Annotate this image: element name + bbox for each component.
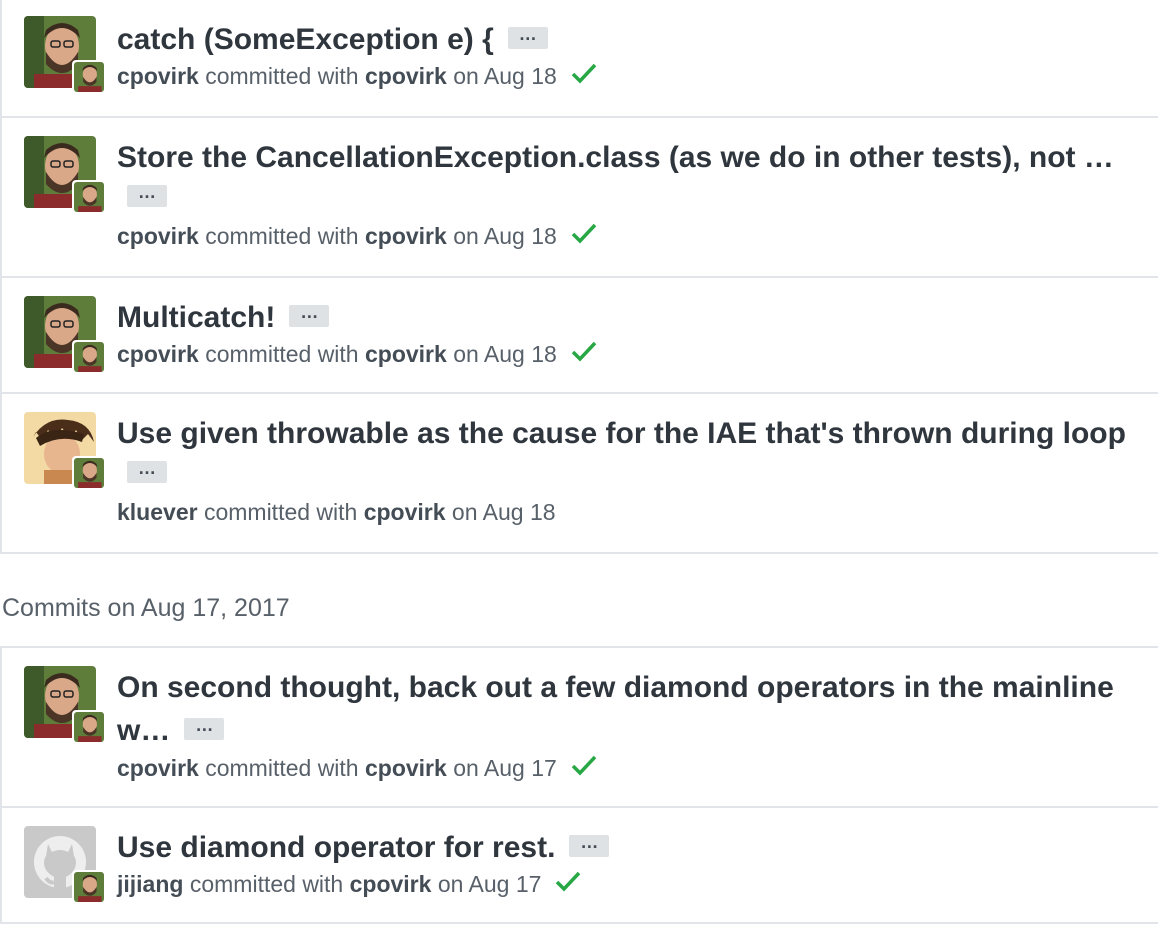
commit-row: Store the CancellationException.class (a…	[2, 116, 1158, 276]
commit-group: On second thought, back out a few diamon…	[0, 646, 1158, 924]
committer-avatar[interactable]	[72, 870, 106, 904]
committer-link[interactable]: cpovirk	[365, 63, 447, 89]
commit-title: Store the CancellationException.class (a…	[117, 138, 1158, 178]
committed-with-text: committed with	[198, 223, 365, 249]
commit-row: Multicatch! … cpovirk committed with cpov…	[2, 276, 1158, 392]
committer-link[interactable]: cpovirk	[365, 755, 447, 781]
commit-meta: cpovirk committed with cpovirk on Aug 18	[117, 60, 1158, 94]
commit-title: Multicatch! …	[117, 298, 1158, 338]
commit-date[interactable]: Aug 17	[469, 871, 542, 897]
check-icon[interactable]	[571, 338, 597, 370]
commit-avatar-stack	[24, 16, 106, 96]
check-icon[interactable]	[571, 752, 597, 784]
commit-title: Use given throwable as the cause for the…	[117, 414, 1158, 454]
expand-message-button[interactable]: …	[289, 303, 330, 328]
author-link[interactable]: kluever	[117, 499, 198, 525]
committer-avatar[interactable]	[72, 60, 106, 94]
commit-meta: jijiang committed with cpovirk on Aug 17	[117, 868, 1158, 902]
committed-with-text: committed with	[198, 755, 365, 781]
commit-date[interactable]: Aug 18	[484, 341, 557, 367]
check-icon[interactable]	[571, 60, 597, 92]
committer-avatar[interactable]	[72, 710, 106, 744]
day-heading: Commits on Aug 17, 2017	[2, 594, 290, 622]
commit-title-link[interactable]: On second thought, back out a few diamon…	[117, 671, 1114, 704]
commit-date[interactable]: Aug 18	[483, 499, 556, 525]
commit-meta: kluever committed with cpovirk on Aug 18	[117, 496, 1158, 528]
author-link[interactable]: cpovirk	[117, 755, 199, 781]
expand-message-button[interactable]: …	[127, 459, 167, 483]
committer-avatar[interactable]	[72, 180, 106, 214]
commit-meta: cpovirk committed with cpovirk on Aug 18	[117, 220, 1158, 254]
commit-row: Use given throwable as the cause for the…	[2, 392, 1158, 552]
commit-meta: cpovirk committed with cpovirk on Aug 18	[117, 338, 1158, 372]
on-text: on	[445, 499, 483, 525]
on-text: on	[431, 871, 469, 897]
committer-link[interactable]: cpovirk	[365, 223, 447, 249]
on-text: on	[446, 755, 484, 781]
commit-title-link[interactable]: Store the CancellationException.class (a…	[117, 141, 1114, 174]
committer-link[interactable]: cpovirk	[365, 341, 447, 367]
commit-row: Use diamond operator for rest. … jijiang …	[2, 806, 1158, 922]
commit-title-link-continued[interactable]: w…	[117, 714, 170, 747]
commit-title-continued: w… …	[117, 708, 1158, 752]
committed-with-text: committed with	[197, 499, 364, 525]
committer-link[interactable]: cpovirk	[350, 871, 432, 897]
expand-message-button[interactable]: …	[569, 833, 610, 858]
expand-message-button[interactable]: …	[507, 25, 548, 50]
check-icon[interactable]	[571, 220, 597, 252]
commit-date[interactable]: Aug 18	[484, 223, 557, 249]
commit-avatar-stack	[24, 666, 106, 746]
commit-row: On second thought, back out a few diamon…	[2, 648, 1158, 806]
commit-title-link[interactable]: Use given throwable as the cause for the…	[117, 417, 1126, 450]
committer-link[interactable]: cpovirk	[364, 499, 446, 525]
committed-with-text: committed with	[198, 63, 365, 89]
commit-date[interactable]: Aug 17	[484, 755, 557, 781]
commit-group: catch (SomeException e) { … cpovirk commi…	[0, 0, 1158, 554]
commit-title-link[interactable]: catch (SomeException e) {	[117, 23, 494, 56]
author-link[interactable]: jijiang	[117, 871, 183, 897]
commit-title: On second thought, back out a few diamon…	[117, 668, 1158, 708]
committed-with-text: committed with	[198, 341, 365, 367]
committed-with-text: committed with	[183, 871, 350, 897]
on-text: on	[446, 341, 484, 367]
commit-avatar-stack	[24, 412, 106, 492]
commit-meta: cpovirk committed with cpovirk on Aug 17	[117, 752, 1158, 786]
on-text: on	[446, 63, 484, 89]
commit-avatar-stack	[24, 136, 106, 216]
check-icon[interactable]	[555, 868, 581, 900]
expand-message-button[interactable]: …	[127, 183, 167, 207]
commit-title-link[interactable]: Multicatch!	[117, 301, 275, 334]
on-text: on	[446, 223, 484, 249]
committer-avatar[interactable]	[72, 456, 106, 490]
commit-title-link[interactable]: Use diamond operator for rest.	[117, 831, 555, 864]
commit-avatar-stack	[24, 826, 106, 906]
committer-avatar[interactable]	[72, 340, 106, 374]
author-link[interactable]: cpovirk	[117, 223, 199, 249]
commit-row: catch (SomeException e) { … cpovirk commi…	[2, 0, 1158, 116]
commit-title: Use diamond operator for rest. …	[117, 828, 1158, 868]
commit-date[interactable]: Aug 18	[484, 63, 557, 89]
author-link[interactable]: cpovirk	[117, 341, 199, 367]
expand-message-button[interactable]: …	[184, 716, 225, 741]
commit-avatar-stack	[24, 296, 106, 376]
author-link[interactable]: cpovirk	[117, 63, 199, 89]
commit-title: catch (SomeException e) { …	[117, 20, 1158, 60]
